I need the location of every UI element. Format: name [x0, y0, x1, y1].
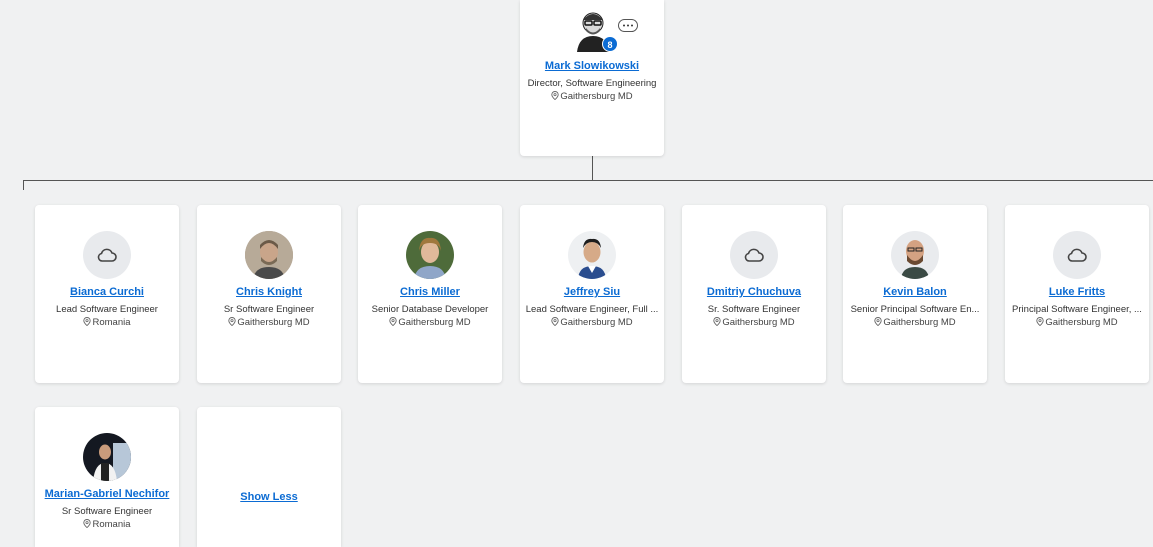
report-location-text: Gaithersburg MD [883, 317, 956, 328]
report-title: Sr. Software Engineer [707, 304, 801, 315]
show-less-button[interactable]: Show Less [197, 491, 341, 503]
report-name-link[interactable]: Chris Knight [197, 286, 341, 298]
report-location-text: Gaithersburg MD [560, 317, 633, 328]
report-card: Luke Fritts Principal Software Engineer,… [1005, 205, 1149, 383]
report-name-link[interactable]: Luke Fritts [1005, 286, 1149, 298]
report-card: Marian-Gabriel Nechifor Sr Software Engi… [35, 407, 179, 547]
report-location-text: Romania [92, 519, 131, 530]
location-pin-icon [551, 317, 559, 326]
report-location: Gaithersburg MD [1005, 317, 1149, 328]
location-pin-icon [228, 317, 236, 326]
report-location-text: Romania [92, 317, 131, 328]
report-title: Senior Database Developer [371, 304, 489, 315]
manager-location-text: Gaithersburg MD [560, 91, 633, 102]
report-location-text: Gaithersburg MD [722, 317, 795, 328]
report-title: Lead Software Engineer, Full ... [525, 304, 659, 315]
location-pin-icon [83, 519, 92, 528]
location-pin-icon [551, 91, 559, 100]
cloud-icon [730, 231, 778, 279]
report-location: Romania [35, 317, 179, 328]
report-title: Principal Software Engineer, ... [1012, 304, 1142, 315]
report-location-text: Gaithersburg MD [1045, 317, 1118, 328]
report-card: Bianca Curchi Lead Software Engineer Rom… [35, 205, 179, 383]
location-pin-icon [389, 317, 397, 326]
location-pin-icon [1036, 317, 1044, 326]
report-card: Chris Miller Senior Database Developer G… [358, 205, 502, 383]
manager-name-link[interactable]: Mark Slowikowski [520, 60, 664, 72]
cloud-icon [1053, 231, 1101, 279]
report-location-text: Gaithersburg MD [237, 317, 310, 328]
report-name-link[interactable]: Jeffrey Siu [520, 286, 664, 298]
report-name-link[interactable]: Bianca Curchi [35, 286, 179, 298]
report-card: Dmitriy Chuchuva Sr. Software Engineer G… [682, 205, 826, 383]
manager-location: Gaithersburg MD [520, 91, 664, 102]
show-less-card: Show Less [197, 407, 341, 547]
location-pin-icon [874, 317, 882, 326]
more-options-icon[interactable] [618, 19, 638, 32]
report-name-link[interactable]: Chris Miller [358, 286, 502, 298]
manager-title: Director, Software Engineering [527, 78, 657, 89]
report-title: Lead Software Engineer [56, 304, 158, 315]
report-name-link[interactable]: Marian-Gabriel Nechifor [35, 488, 179, 500]
avatar-photo [891, 231, 939, 279]
report-location: Gaithersburg MD [682, 317, 826, 328]
report-location-text: Gaithersburg MD [398, 317, 471, 328]
report-name-link[interactable]: Kevin Balon [843, 286, 987, 298]
report-name-link[interactable]: Dmitriy Chuchuva [682, 286, 826, 298]
avatar-photo [568, 231, 616, 279]
report-title: Sr Software Engineer [223, 304, 315, 315]
report-location: Romania [35, 519, 179, 530]
report-location: Gaithersburg MD [197, 317, 341, 328]
avatar-photo [83, 433, 131, 481]
avatar-photo [245, 231, 293, 279]
manager-avatar[interactable]: 8 [569, 4, 618, 52]
report-card: Chris Knight Sr Software Engineer Gaithe… [197, 205, 341, 383]
report-title: Senior Principal Software En... [850, 304, 980, 315]
report-location: Gaithersburg MD [358, 317, 502, 328]
connector-left-stub [23, 180, 24, 190]
report-card: Kevin Balon Senior Principal Software En… [843, 205, 987, 383]
manager-card: 8 Mark Slowikowski Director, Software En… [520, 0, 664, 156]
report-card: Jeffrey Siu Lead Software Engineer, Full… [520, 205, 664, 383]
avatar-photo [406, 231, 454, 279]
cloud-icon [83, 231, 131, 279]
report-location: Gaithersburg MD [843, 317, 987, 328]
report-title: Sr Software Engineer [61, 506, 153, 517]
connector-horizontal [23, 180, 1153, 181]
connector-vertical [592, 156, 593, 180]
location-pin-icon [83, 317, 92, 326]
report-location: Gaithersburg MD [520, 317, 664, 328]
report-count-badge: 8 [602, 36, 618, 52]
location-pin-icon [713, 317, 721, 326]
